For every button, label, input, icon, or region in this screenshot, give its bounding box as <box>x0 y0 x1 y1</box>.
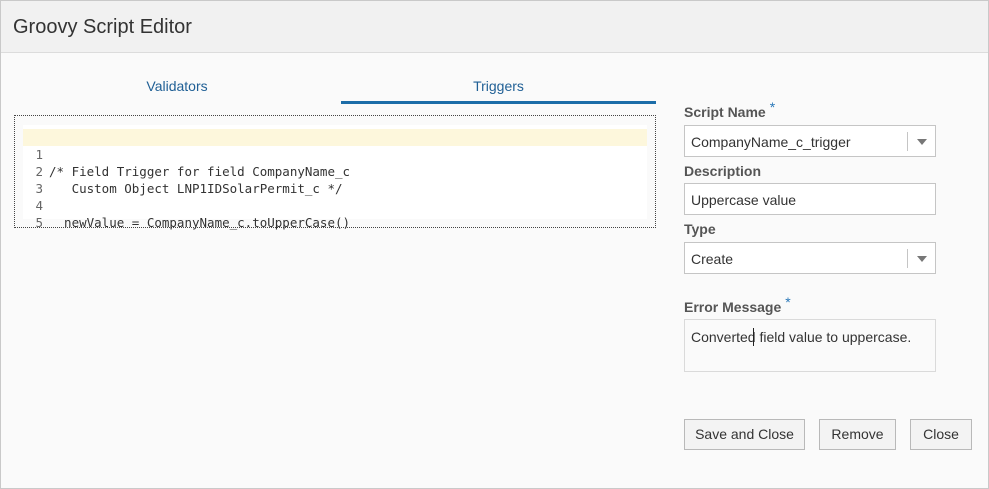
required-marker: * <box>785 294 791 310</box>
dialog-title: Groovy Script Editor <box>13 16 192 38</box>
chevron-down-icon[interactable] <box>917 256 927 262</box>
code-editor-content[interactable]: 1 /* Field Trigger for field CompanyName… <box>23 125 647 230</box>
select-divider <box>907 132 908 151</box>
error-message-textarea[interactable]: Converted field value to uppercase. <box>684 319 936 372</box>
script-name-value: CompanyName_c_trigger <box>691 134 851 150</box>
code-line: 3 <box>23 163 647 196</box>
code-line: 5 <box>23 197 647 230</box>
remove-button[interactable]: Remove <box>819 419 896 450</box>
type-select[interactable]: Create <box>684 242 936 274</box>
select-divider <box>907 249 908 268</box>
code-line: 1 /* Field Trigger for field CompanyName… <box>23 129 647 179</box>
code-text: newValue = CompanyName_c.toUpperCase() <box>49 215 351 230</box>
script-name-select[interactable]: CompanyName_c_trigger <box>684 125 936 157</box>
error-message-label: Error Message * <box>684 294 791 315</box>
description-input[interactable]: Uppercase value <box>684 183 936 215</box>
type-label: Type <box>684 221 716 237</box>
chevron-down-icon[interactable] <box>917 139 927 145</box>
save-and-close-button[interactable]: Save and Close <box>684 419 805 450</box>
groovy-script-editor-dialog: Groovy Script Editor Validators Triggers… <box>0 0 989 489</box>
error-message-value: Converted field value to uppercase. <box>691 329 912 345</box>
script-name-label: Script Name * <box>684 99 775 120</box>
error-message-label-text: Error Message <box>684 299 782 315</box>
code-line: 4 newValue = CompanyName_c.toUpperCase() <box>23 180 647 230</box>
code-editor[interactable]: 1 /* Field Trigger for field CompanyName… <box>14 115 656 230</box>
description-value: Uppercase value <box>691 192 797 208</box>
description-label: Description <box>684 163 762 179</box>
text-caret <box>753 328 754 346</box>
script-name-label-text: Script Name <box>684 104 766 120</box>
code-line: 2 Custom Object LNP1IDSolarPermit_c */ <box>23 146 647 196</box>
line-number: 5 <box>35 215 43 230</box>
tab-bar: Validators Triggers <box>13 71 656 104</box>
dialog-header: Groovy Script Editor <box>1 1 988 53</box>
tab-validators[interactable]: Validators <box>13 71 341 104</box>
type-value: Create <box>691 251 734 267</box>
tab-triggers[interactable]: Triggers <box>341 71 656 104</box>
close-button[interactable]: Close <box>910 419 972 450</box>
required-marker: * <box>769 99 776 115</box>
